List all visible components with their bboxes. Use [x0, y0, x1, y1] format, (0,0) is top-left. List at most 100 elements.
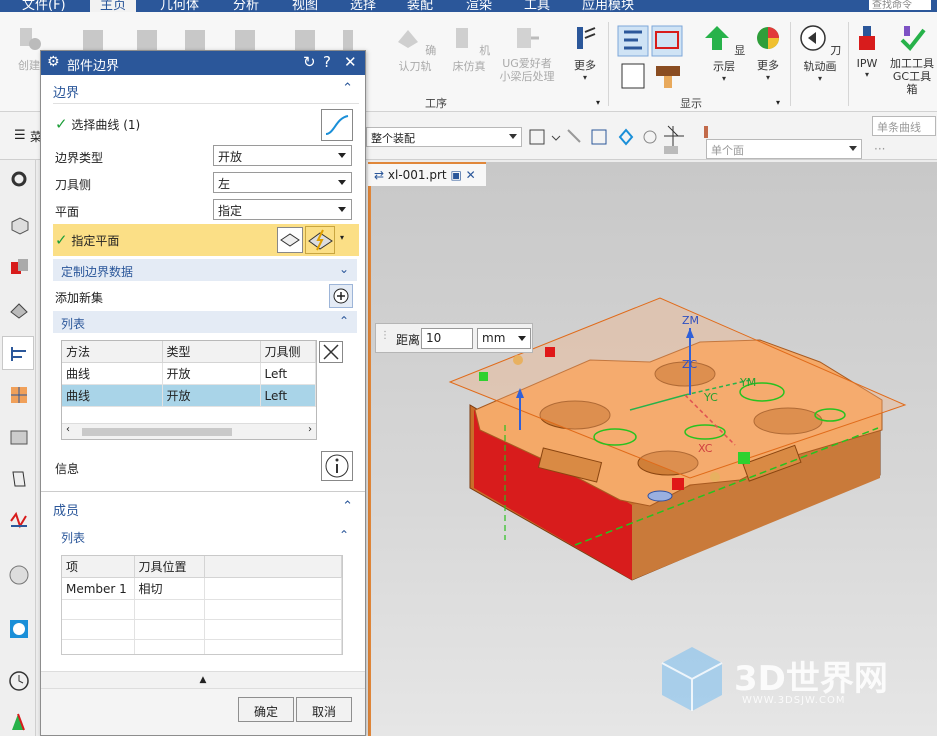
members-list[interactable]: 项 刀具位置 Member 1 相切 [61, 555, 343, 655]
show-layer-button[interactable]: 显示层 ▾ [702, 24, 746, 83]
more-dots-icon[interactable]: ··· [874, 142, 885, 156]
settings-gear-icon[interactable] [8, 168, 30, 190]
roles-icon[interactable] [8, 710, 30, 732]
distance-label: 距离 [396, 333, 421, 347]
table-row[interactable]: Member 1 相切 [62, 577, 342, 600]
collapse-dialog-toggle[interactable]: ▲ [41, 671, 365, 689]
machine-simulation-button[interactable]: 机床仿真 [444, 24, 494, 74]
menu-file[interactable]: 文件(F) [22, 0, 66, 12]
assembly-scope-select[interactable]: 整个装配 [366, 127, 522, 147]
reset-icon[interactable]: ↻ [303, 53, 316, 71]
plane-icon [280, 233, 300, 247]
dialog-title-bar[interactable]: ⚙ 部件边界 ↻ ? ✕ [41, 51, 365, 75]
toolpath-animation-button[interactable]: 刀轨动画 ▾ [796, 24, 844, 83]
menu-select[interactable]: 选择 [350, 0, 376, 12]
watermark: 3D世界网 WWW.3DSJW.COM [656, 643, 888, 718]
operation-navigator-tab[interactable] [2, 336, 34, 370]
ipw-button[interactable]: IPW ▾ [852, 24, 882, 79]
part-file-tab[interactable]: ⇄ xl-001.prt ▣ ✕ [368, 162, 486, 186]
members-list-header[interactable]: 列表 ⌃ [53, 525, 357, 547]
clock-icon[interactable] [8, 670, 30, 692]
menu-analysis[interactable]: 分析 [233, 0, 259, 12]
toolpath-tools-icon [577, 27, 596, 49]
boundary-type-select[interactable]: 开放 [213, 145, 352, 166]
command-search-input[interactable]: 查找命令 [869, 0, 931, 11]
machine-navigator-icon[interactable] [8, 384, 30, 406]
scrollbar-thumb[interactable] [82, 428, 232, 436]
add-new-set-button[interactable] [329, 284, 353, 308]
graphics-window-frame [368, 186, 371, 736]
reuse-library-icon[interactable] [8, 468, 30, 490]
part-navigator-icon[interactable] [8, 214, 30, 236]
tab-close-icon[interactable]: ✕ [466, 168, 476, 182]
column-header-tool-position[interactable]: 刀具位置 [134, 556, 205, 578]
boundary-section-header[interactable]: 边界 ⌃ [47, 79, 361, 101]
members-section-header[interactable]: 成员 ⌃ [47, 497, 361, 519]
plane-dialog-button[interactable] [277, 227, 303, 253]
menu-view[interactable]: 视图 [292, 0, 318, 12]
menu-home[interactable]: 主页 [90, 0, 137, 12]
web-browser-icon[interactable] [8, 618, 30, 640]
list-section-header[interactable]: 列表 ⌃ [53, 311, 357, 333]
assembly-navigator-icon[interactable] [8, 256, 30, 278]
menu-app-modules[interactable]: 应用模块 [582, 0, 634, 12]
chevron-down-icon: ⌄ [338, 262, 349, 276]
group-expand-icon[interactable]: ▾ [776, 98, 780, 107]
verify-toolpath-button[interactable]: 确认刀轨 [390, 24, 440, 74]
tool-library-icon[interactable] [8, 426, 30, 448]
part-model-view[interactable] [368, 162, 937, 736]
distance-input[interactable]: 10 [421, 328, 473, 349]
history-icon[interactable] [8, 510, 30, 532]
column-header-method[interactable]: 方法 [62, 341, 163, 363]
machining-toolbox-button[interactable]: 加工工具 GC工具箱 [888, 24, 936, 96]
ok-button[interactable]: 确定 [238, 697, 294, 722]
system-materials-icon[interactable] [8, 564, 30, 586]
column-header-item[interactable]: 项 [62, 556, 135, 578]
single-curve-filter-select[interactable]: 单条曲线 [872, 116, 936, 136]
help-icon[interactable]: ? [323, 53, 331, 71]
column-header-type[interactable]: 类型 [162, 341, 261, 363]
close-icon[interactable]: ✕ [344, 53, 357, 71]
members-header-row: 项 刀具位置 [62, 556, 342, 578]
constraint-navigator-icon[interactable] [8, 298, 30, 320]
table-row[interactable]: 曲线 开放 Left [62, 362, 316, 385]
display-tool-icons [617, 25, 683, 89]
axis-label-ym: YM [740, 376, 757, 389]
drag-grip-icon[interactable]: ⋮ [380, 330, 390, 341]
tab-pin-icon[interactable]: ▣ [450, 168, 461, 182]
menu-render[interactable]: 渲染 [466, 0, 492, 12]
tool-side-label: 刀具侧 [55, 178, 92, 192]
scroll-left-icon[interactable]: ‹ [66, 424, 70, 435]
horizontal-scrollbar[interactable]: ‹ › [62, 423, 316, 439]
menu-geometry[interactable]: 几何体 [160, 0, 199, 12]
info-button[interactable] [321, 451, 353, 481]
column-header-tool-side[interactable]: 刀具侧 [260, 341, 316, 363]
graphics-window[interactable]: ZM ZC YM YC XC [368, 162, 937, 736]
more-display-button[interactable]: 更多 ▾ [750, 24, 786, 82]
menu-tools[interactable]: 工具 [524, 0, 550, 12]
dialog-settings-gear-icon[interactable]: ⚙ [47, 54, 60, 70]
more-button[interactable]: 更多 ▾ [568, 24, 602, 82]
tool-side-select[interactable]: 左 [213, 172, 352, 193]
curve-selection-button[interactable] [321, 109, 353, 141]
select-curve-row[interactable]: ✓ 选择曲线 (1) [55, 115, 140, 133]
scroll-right-icon[interactable]: › [308, 424, 312, 435]
table-row-empty [62, 639, 342, 654]
postprocess-button[interactable]: UG爱好者 小梁后处理 [496, 24, 558, 83]
info-icon [325, 454, 349, 478]
menu-assembly[interactable]: 装配 [407, 0, 433, 12]
lightning-plane-icon [308, 229, 333, 251]
custom-boundary-data-header[interactable]: 定制边界数据 ⌄ [53, 259, 357, 281]
cancel-button[interactable]: 取消 [296, 697, 352, 722]
chevron-down-icon[interactable]: ▾ [340, 233, 344, 242]
boundary-set-list[interactable]: 方法 类型 刀具侧 曲线 开放 Left 曲线 开放 Left ‹ › [61, 340, 317, 440]
menu-icon[interactable]: ☰ [14, 128, 26, 143]
group-expand-icon[interactable]: ▾ [596, 98, 600, 107]
checkmark-icon: ✓ [55, 115, 68, 133]
remove-set-button[interactable] [319, 341, 343, 363]
single-face-filter-select[interactable]: 单个面 [706, 139, 862, 159]
plane-select[interactable]: 指定 [213, 199, 352, 220]
inferred-plane-button[interactable] [305, 226, 335, 254]
distance-unit-select[interactable]: mm [477, 328, 531, 349]
table-row-selected[interactable]: 曲线 开放 Left [62, 384, 316, 407]
